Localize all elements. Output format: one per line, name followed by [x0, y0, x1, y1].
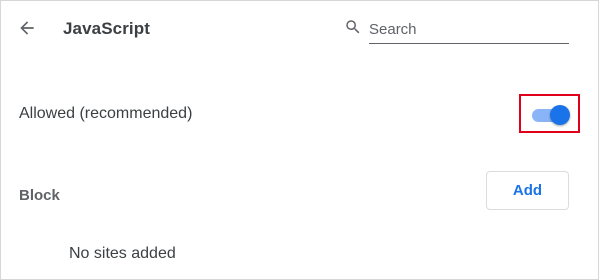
no-sites-text: No sites added: [69, 245, 176, 262]
page-title: JavaScript: [63, 19, 150, 38]
search-box: [344, 15, 570, 45]
settings-panel: JavaScript Allowed (recommended) Block A…: [0, 0, 599, 280]
back-button[interactable]: [15, 16, 39, 40]
toggle-knob: [550, 105, 570, 125]
arrow-back-icon: [20, 21, 34, 35]
add-button[interactable]: Add: [486, 171, 569, 210]
search-icon: [346, 20, 360, 34]
allowed-toggle[interactable]: [532, 105, 570, 125]
allowed-label: Allowed (recommended): [19, 105, 193, 122]
block-label: Block: [19, 187, 60, 204]
search-input[interactable]: [369, 15, 569, 44]
